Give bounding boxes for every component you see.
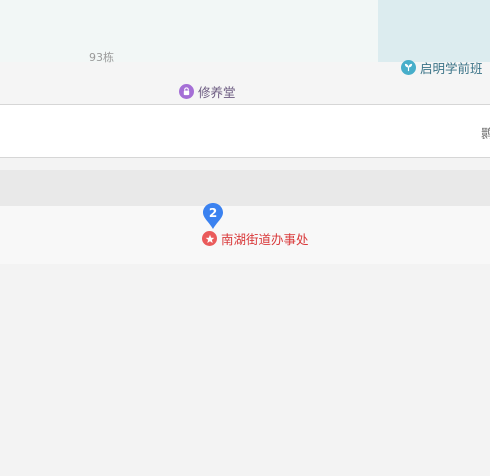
- poi-xiuyangtang-label: 修养堂: [198, 85, 236, 100]
- poi-edge-label: 鹮: [481, 126, 490, 141]
- marker-number: 2: [208, 206, 218, 220]
- building-block: [0, 0, 378, 62]
- map-pin-marker[interactable]: 2: [203, 203, 223, 229]
- map-canvas[interactable]: 93栋 修养堂 启明学前班 鹮 2 南湖街道办事处: [0, 0, 490, 476]
- road-strip: [0, 170, 490, 206]
- poi-qiming[interactable]: 启明学前班: [401, 58, 483, 77]
- poi-xiuyangtang[interactable]: 修养堂: [179, 82, 236, 101]
- poi-office[interactable]: 南湖街道办事处: [202, 229, 309, 248]
- poi-office-label: 南湖街道办事处: [221, 232, 309, 247]
- poi-qiming-label: 启明学前班: [420, 61, 483, 76]
- government-star-icon: [202, 231, 217, 246]
- sprout-icon: [401, 60, 416, 75]
- building-label-93: 93栋: [89, 51, 114, 64]
- road-main: [0, 104, 490, 158]
- lock-bag-icon: [179, 84, 194, 99]
